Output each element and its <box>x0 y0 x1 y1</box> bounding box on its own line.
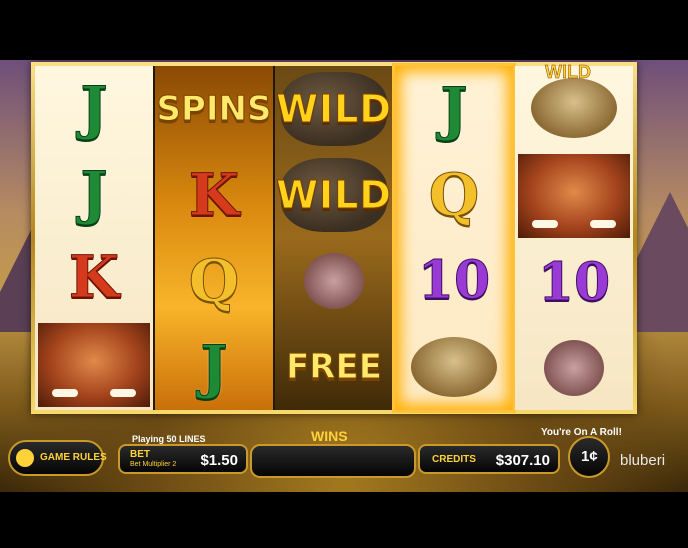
symbol-j: J <box>35 151 153 236</box>
symbol-10: 10 <box>515 241 633 326</box>
bet-label: BET <box>130 449 150 460</box>
armadillo-icon <box>411 337 497 397</box>
game-screen: WILD J J K SPINS K Q J WILD WILD FREE J Q 10 10 You'r… <box>0 0 688 548</box>
symbol-mammoth <box>515 151 633 242</box>
symbol-letter: J <box>200 333 228 401</box>
symbol-mammoth <box>35 320 153 411</box>
symbol-wild: WILD <box>275 152 393 238</box>
reel-1: JJK <box>35 66 153 410</box>
brand-logo: bluberi <box>620 452 666 469</box>
symbol-spins: SPINS <box>155 66 273 152</box>
wins-display <box>250 444 416 478</box>
tusk-icon <box>590 220 616 228</box>
reel-area: J J K SPINS K Q J WILD WILD FREE J Q 10 10 <box>35 63 633 413</box>
reel-frame: J J K SPINS K Q J WILD WILD FREE J Q 10 10 <box>31 62 637 414</box>
symbol-q: Q <box>395 152 513 238</box>
reel-4: J Q 10 <box>392 63 516 413</box>
top-wild-peek: WILD <box>545 62 591 83</box>
left-arrow-icon <box>16 449 34 467</box>
symbol-letter: 10 <box>537 252 611 314</box>
credits-value: $307.10 <box>495 452 550 469</box>
game-rules-button[interactable]: GAME RULES <box>8 440 107 476</box>
symbol-q: Q <box>155 238 273 324</box>
wins-label: WINS <box>311 428 348 444</box>
symbol-letter: J <box>80 74 108 143</box>
wild-label: WILD <box>276 87 392 132</box>
symbol-letter: Q <box>188 247 240 315</box>
armadillo-icon <box>531 78 617 139</box>
bet-value: $1.50 <box>200 452 238 469</box>
dodo-icon <box>544 339 604 396</box>
symbol-letter: K <box>188 161 240 229</box>
denomination-value: 1¢ <box>581 448 598 465</box>
symbol-wild: WILD <box>275 66 393 152</box>
symbol-j: J <box>35 66 153 151</box>
symbol-letter: J <box>440 75 468 143</box>
tusk-icon <box>110 389 136 397</box>
dodo-icon <box>304 253 364 309</box>
symbol-letter: K <box>68 243 120 312</box>
symbol-k: K <box>35 235 153 320</box>
denomination-button[interactable]: 1¢ <box>568 436 610 478</box>
symbol-letter: Q <box>428 161 480 229</box>
symbol-letter: 10 <box>417 250 491 311</box>
bet-panel[interactable]: BET Bet Multiplier 2 $1.50 <box>118 444 248 474</box>
symbol-k: K <box>155 152 273 238</box>
symbol-armadillo <box>395 324 513 410</box>
bonus-label: SPINS <box>156 89 272 130</box>
bonus-label: FREE <box>286 347 383 388</box>
wild-label: WILD <box>276 173 392 218</box>
reel-3: WILD WILD FREE <box>275 66 393 410</box>
credits-panel: CREDITS $307.10 <box>418 444 560 474</box>
symbol-dodo <box>515 326 633 411</box>
mammoth-icon <box>518 153 630 238</box>
credits-label: CREDITS <box>432 454 476 465</box>
reel-5: 10 <box>515 66 633 410</box>
lines-label: Playing 50 LINES <box>132 434 206 444</box>
reel-2: SPINS K Q J <box>155 66 273 410</box>
symbol-j: J <box>395 66 513 152</box>
control-bar: GAME RULES Playing 50 LINES BET Bet Mult… <box>0 422 688 488</box>
symbol-j: J <box>155 324 273 410</box>
symbol-dodo <box>275 238 393 324</box>
tusk-icon <box>52 389 78 397</box>
tusk-icon <box>532 220 558 228</box>
mammoth-icon <box>38 322 150 407</box>
bet-multiplier: Bet Multiplier 2 <box>130 461 177 468</box>
symbol-letter: J <box>80 158 108 227</box>
symbol-free: FREE <box>275 324 393 410</box>
symbol-10: 10 <box>395 238 513 324</box>
game-rules-label: GAME RULES <box>40 452 107 463</box>
